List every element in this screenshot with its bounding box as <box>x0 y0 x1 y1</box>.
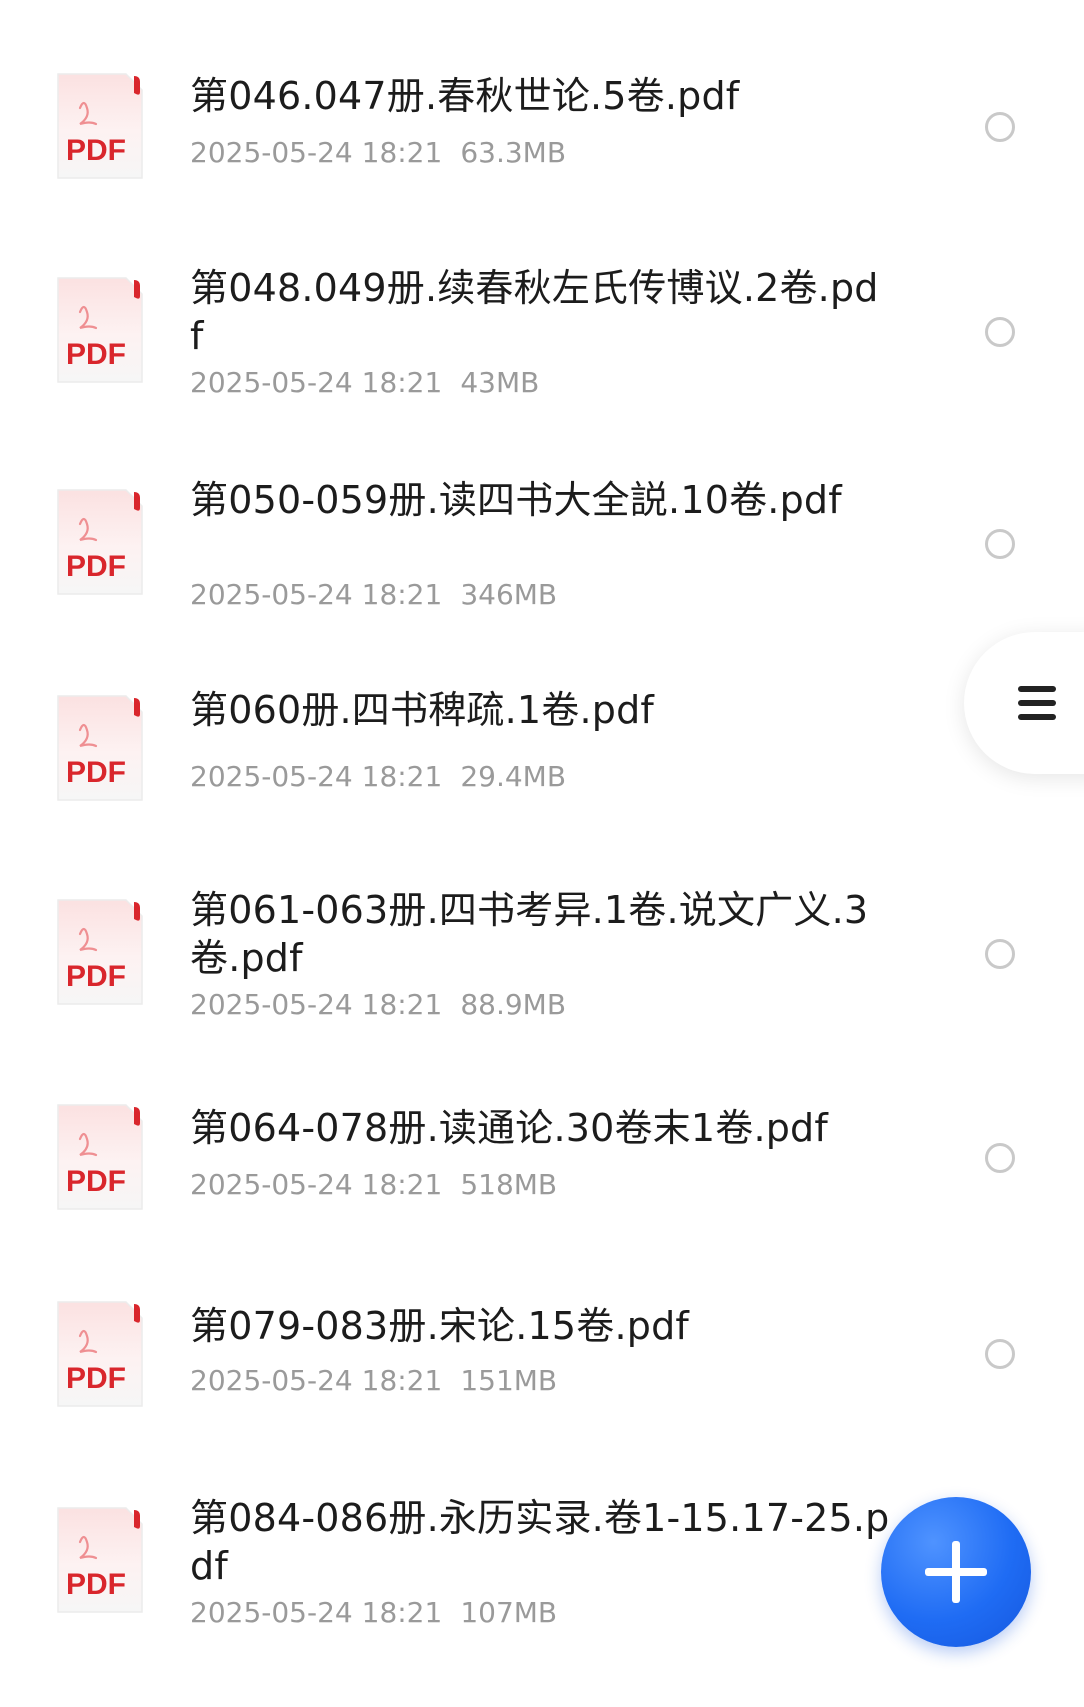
file-name: 第060册.四书稗疏.1卷.pdf <box>190 688 654 732</box>
file-name: 第061-063册.四书考异.1卷.说文广义.3卷.pdf <box>190 888 869 980</box>
file-meta: 2025-05-24 18:21 346MB <box>190 578 557 612</box>
pdf-icon-label: PDF <box>66 550 126 583</box>
file-row[interactable]: PDF 第050-059册.读四书大全説.10卷.pdf 2025-05-24 … <box>0 466 1084 646</box>
pdf-icon-label: PDF <box>66 134 126 167</box>
pdf-file-icon: PDF <box>54 694 144 802</box>
file-size: 88.9MB <box>460 988 567 1021</box>
add-button[interactable] <box>881 1497 1031 1647</box>
file-size: 151MB <box>460 1364 558 1397</box>
file-list-page: PDF 第046.047册.春秋世论.5卷.pdf 2025-05-24 18:… <box>0 0 1084 1707</box>
pdf-icon-label: PDF <box>66 1568 126 1601</box>
file-size: 63.3MB <box>460 136 567 169</box>
file-row[interactable]: PDF 第046.047册.春秋世论.5卷.pdf 2025-05-24 18:… <box>0 50 1084 230</box>
plus-icon-bar <box>952 1541 960 1603</box>
file-date: 2025-05-24 18:21 <box>190 760 443 793</box>
pdf-icon-label: PDF <box>66 756 126 789</box>
select-radio[interactable] <box>985 317 1015 347</box>
file-meta: 2025-05-24 18:21 43MB <box>190 366 539 400</box>
select-radio[interactable] <box>985 112 1015 142</box>
file-meta: 2025-05-24 18:21 151MB <box>190 1364 557 1398</box>
menu-icon-bar <box>1018 700 1056 706</box>
pdf-icon-label: PDF <box>66 960 126 993</box>
menu-icon <box>1018 686 1056 692</box>
file-row[interactable]: PDF 第060册.四书稗疏.1卷.pdf 2025-05-24 18:21 29… <box>0 672 1084 852</box>
pdf-file-icon: PDF <box>54 488 144 596</box>
file-name: 第050-059册.读四书大全説.10卷.pdf <box>190 478 842 522</box>
file-row[interactable]: PDF 第048.049册.续春秋左氏传博议.2卷.pdf 2025-05-24… <box>0 254 1084 434</box>
select-radio[interactable] <box>985 529 1015 559</box>
file-name: 第064-078册.读通论.30卷末1卷.pdf <box>190 1106 828 1150</box>
file-row[interactable]: PDF 第061-063册.四书考异.1卷.说文广义.3卷.pdf 2025-0… <box>0 876 1084 1056</box>
file-size: 107MB <box>460 1596 558 1629</box>
pdf-file-icon: PDF <box>54 898 144 1006</box>
select-radio[interactable] <box>985 1339 1015 1369</box>
file-size: 29.4MB <box>460 760 567 793</box>
pdf-file-icon: PDF <box>54 1300 144 1408</box>
select-radio[interactable] <box>985 1143 1015 1173</box>
file-date: 2025-05-24 18:21 <box>190 136 443 169</box>
file-size: 346MB <box>460 578 558 611</box>
file-meta: 2025-05-24 18:21 518MB <box>190 1168 557 1202</box>
pdf-icon-label: PDF <box>66 1165 126 1198</box>
pdf-file-icon: PDF <box>54 72 144 180</box>
file-size: 43MB <box>460 366 540 399</box>
file-name: 第046.047册.春秋世论.5卷.pdf <box>190 74 740 118</box>
pdf-icon-label: PDF <box>66 1362 126 1395</box>
file-date: 2025-05-24 18:21 <box>190 578 443 611</box>
file-name: 第079-083册.宋论.15卷.pdf <box>190 1304 689 1348</box>
pdf-file-icon: PDF <box>54 1506 144 1614</box>
file-date: 2025-05-24 18:21 <box>190 366 443 399</box>
file-date: 2025-05-24 18:21 <box>190 1596 443 1629</box>
file-row[interactable]: PDF 第079-083册.宋论.15卷.pdf 2025-05-24 18:2… <box>0 1278 1084 1458</box>
file-meta: 2025-05-24 18:21 63.3MB <box>190 136 566 170</box>
file-meta: 2025-05-24 18:21 107MB <box>190 1596 557 1630</box>
file-date: 2025-05-24 18:21 <box>190 1168 443 1201</box>
file-row[interactable]: PDF 第064-078册.读通论.30卷末1卷.pdf 2025-05-24 … <box>0 1081 1084 1261</box>
file-meta: 2025-05-24 18:21 88.9MB <box>190 988 566 1022</box>
pdf-icon-label: PDF <box>66 338 126 371</box>
file-date: 2025-05-24 18:21 <box>190 1364 443 1397</box>
file-date: 2025-05-24 18:21 <box>190 988 443 1021</box>
file-size: 518MB <box>460 1168 558 1201</box>
menu-icon-bar <box>1018 714 1056 720</box>
file-meta: 2025-05-24 18:21 29.4MB <box>190 760 566 794</box>
file-name: 第084-086册.永历实录.卷1-15.17-25.pdf <box>190 1496 890 1588</box>
pdf-file-icon: PDF <box>54 276 144 384</box>
file-name: 第048.049册.续春秋左氏传博议.2卷.pdf <box>190 266 879 358</box>
pdf-file-icon: PDF <box>54 1103 144 1211</box>
select-radio[interactable] <box>985 939 1015 969</box>
